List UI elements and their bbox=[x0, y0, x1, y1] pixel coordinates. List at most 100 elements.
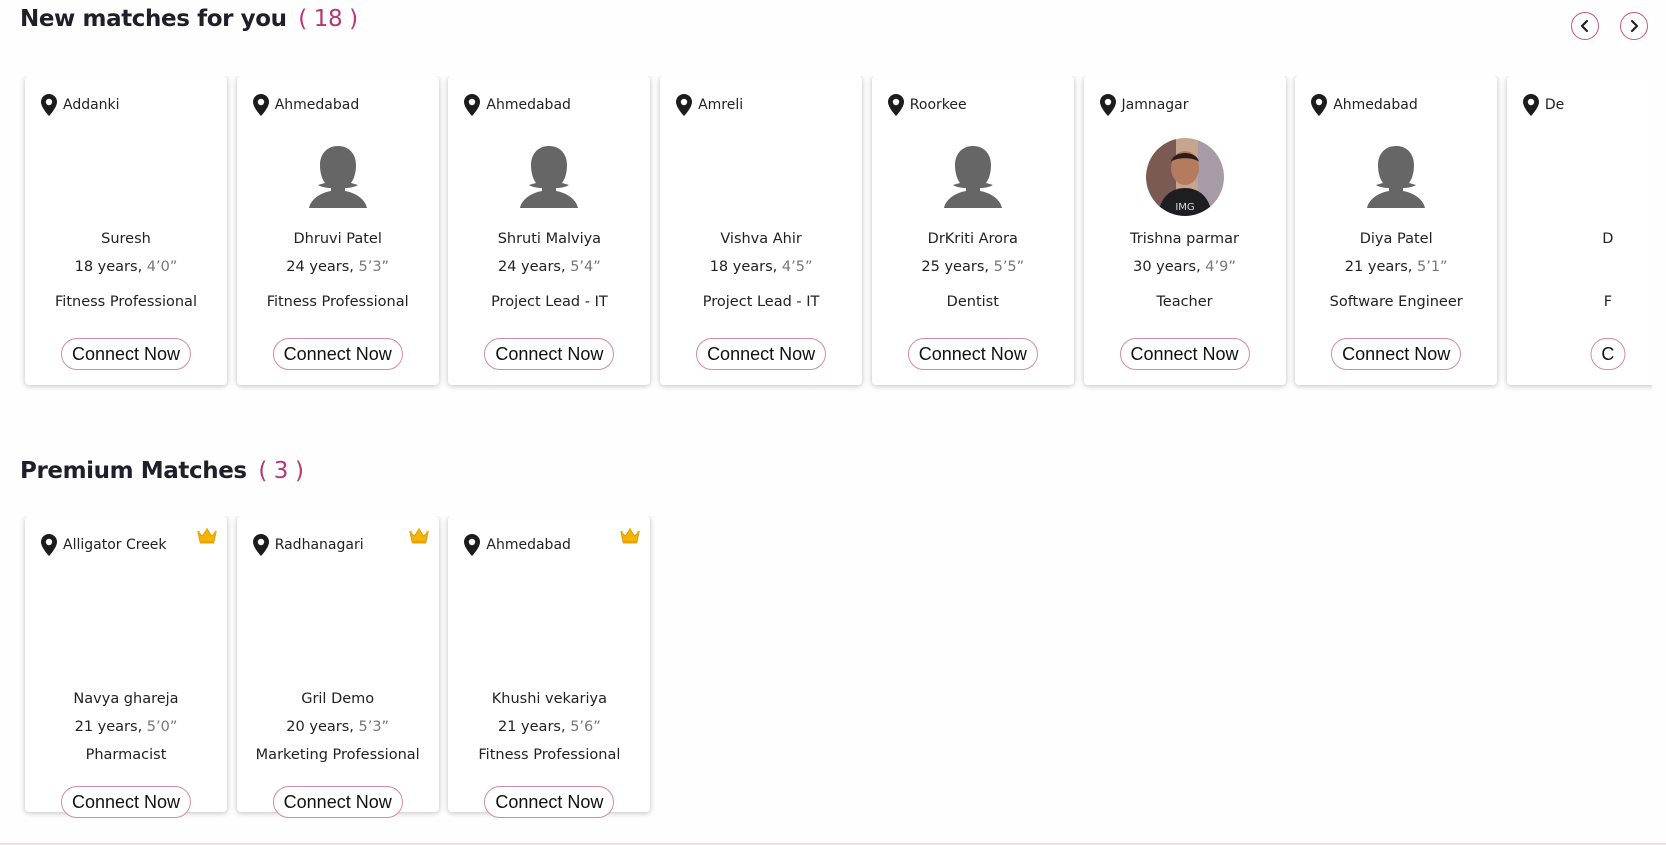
match-profession: Marketing Professional bbox=[255, 747, 420, 763]
connect-now-button[interactable]: Connect Now bbox=[1119, 338, 1250, 370]
card-location: Roorkee bbox=[887, 94, 967, 116]
match-height: 5’1” bbox=[1416, 259, 1448, 275]
match-age-height: 21 years, 5’0” bbox=[25, 719, 227, 735]
match-card[interactable]: Amreli Vishva Ahir 18 years, 4’5” Project L… bbox=[660, 76, 863, 385]
match-profession: Software Engineer bbox=[1329, 294, 1463, 310]
crown-icon bbox=[408, 528, 429, 544]
card-location: Amreli bbox=[676, 94, 743, 116]
match-age: 24 years, bbox=[286, 259, 354, 275]
connect-now-button[interactable]: Connect Now bbox=[60, 786, 192, 818]
match-profession: Fitness Professional bbox=[266, 294, 409, 310]
match-profession: Fitness Professional bbox=[55, 294, 197, 310]
location-text: Amreli bbox=[698, 97, 744, 113]
chevron-right-icon bbox=[1630, 19, 1639, 33]
location-text: Addanki bbox=[63, 97, 120, 113]
premium-badge bbox=[408, 528, 429, 548]
match-age: 20 years, bbox=[286, 719, 354, 735]
premium-matches-list: Alligator Creek Navya ghareja 21 years, 5’… bbox=[0, 516, 1666, 838]
match-age-height: 18 years, 4’5” bbox=[660, 259, 862, 275]
match-height: 4’0” bbox=[146, 259, 178, 275]
match-name[interactable]: Dhruvi Patel bbox=[237, 231, 439, 247]
match-age-height: 30 years, 4’9” bbox=[1084, 259, 1286, 275]
card-location: Jamnagar bbox=[1099, 94, 1189, 116]
match-name[interactable]: Gril Demo bbox=[237, 691, 439, 707]
match-card[interactable]: Ahmedabad Diya Patel 21 years, 5’1” Softwar… bbox=[1295, 76, 1498, 385]
connect-now-button[interactable]: Connect Now bbox=[484, 338, 615, 370]
crown-icon bbox=[620, 528, 641, 544]
match-name[interactable]: Shruti Malviya bbox=[448, 231, 650, 247]
match-height: 5’0” bbox=[146, 719, 178, 735]
location-text: Roorkee bbox=[909, 97, 967, 113]
avatar[interactable] bbox=[299, 138, 377, 216]
match-name[interactable]: Suresh bbox=[25, 231, 227, 247]
connect-now-button[interactable]: Connect Now bbox=[1331, 338, 1462, 370]
card-location: Ahmedabad bbox=[1311, 94, 1418, 116]
location-text: Ahmedabad bbox=[486, 537, 571, 553]
match-card[interactable]: Ahmedabad Dhruvi Patel 24 years, 5’3” Fitne… bbox=[236, 76, 439, 385]
carousel-prev-button[interactable] bbox=[1571, 12, 1599, 40]
match-age-height: 24 years, 5’3” bbox=[237, 259, 439, 275]
card-location: Ahmedabad bbox=[252, 94, 359, 116]
female-placeholder-icon bbox=[520, 146, 579, 208]
match-name[interactable]: Vishva Ahir bbox=[660, 231, 862, 247]
match-name[interactable]: Navya ghareja bbox=[25, 691, 227, 707]
female-placeholder-icon bbox=[943, 146, 1002, 208]
match-age-height: 25 years, 5’5” bbox=[872, 259, 1074, 275]
card-location: Addanki bbox=[41, 94, 120, 116]
match-age: 24 years, bbox=[498, 259, 566, 275]
location-pin-icon bbox=[41, 94, 57, 116]
connect-now-button[interactable]: Connect Now bbox=[907, 338, 1038, 370]
connect-now-button[interactable]: C bbox=[1590, 338, 1626, 370]
match-name[interactable]: Diya Patel bbox=[1295, 231, 1497, 247]
new-matches-carousel[interactable]: Addanki Suresh 18 years, 4’0” Fitness Profe… bbox=[0, 76, 1652, 416]
match-profession: F bbox=[1603, 294, 1613, 310]
match-height: 5’6” bbox=[570, 719, 601, 735]
profile-photo: IMG bbox=[1145, 138, 1224, 216]
match-age: 21 years, bbox=[498, 719, 566, 735]
connect-now-button[interactable]: Connect Now bbox=[60, 338, 192, 370]
match-age-height: 21 years, 5’6” bbox=[448, 719, 650, 735]
match-height: 4’5” bbox=[781, 259, 813, 275]
avatar[interactable]: IMG bbox=[1145, 138, 1224, 216]
location-pin-icon bbox=[887, 94, 904, 116]
match-card[interactable]: Radhanagari Gril Demo 20 years, 5’3” Market… bbox=[236, 516, 439, 818]
card-location: Radhanagari bbox=[252, 534, 364, 556]
card-location: Alligator Creek bbox=[41, 534, 167, 556]
location-pin-icon bbox=[464, 94, 481, 116]
chevron-left-icon bbox=[1580, 19, 1589, 33]
match-profession: Teacher bbox=[1156, 294, 1213, 310]
match-name[interactable]: Khushi vekariya bbox=[448, 691, 650, 707]
connect-now-button[interactable]: Connect Now bbox=[272, 338, 403, 370]
match-age: 25 years, bbox=[921, 259, 989, 275]
avatar[interactable] bbox=[934, 138, 1012, 216]
premium-matches-title: Premium Matches ( 3 ) bbox=[20, 458, 304, 484]
match-age-height: 18 years, 4’0” bbox=[25, 259, 227, 275]
match-age-height: 24 years, 5’4” bbox=[448, 259, 650, 275]
match-height: 4’9” bbox=[1205, 259, 1236, 275]
avatar[interactable] bbox=[1357, 138, 1435, 216]
match-card[interactable]: Jamnagar IMG Trishna parmar 30 years, 4’9” T… bbox=[1083, 76, 1286, 385]
match-name[interactable]: D bbox=[1507, 231, 1652, 247]
location-pin-icon bbox=[1311, 94, 1328, 116]
match-height: 5’4” bbox=[570, 259, 601, 275]
location-text: Jamnagar bbox=[1121, 97, 1189, 113]
match-card[interactable]: Ahmedabad Khushi vekariya 21 years, 5’6” Fi… bbox=[448, 516, 651, 818]
match-card[interactable]: Ahmedabad Shruti Malviya 24 years, 5’4” Pro… bbox=[448, 76, 651, 385]
card-location: De bbox=[1522, 94, 1564, 116]
avatar[interactable] bbox=[510, 138, 588, 216]
match-card[interactable]: Roorkee DrKriti Arora 25 years, 5’5” Dentis… bbox=[871, 76, 1074, 385]
location-pin-icon bbox=[252, 534, 269, 556]
match-profession: Project Lead - IT bbox=[702, 294, 820, 310]
match-name[interactable]: Trishna parmar bbox=[1084, 231, 1286, 247]
connect-now-button[interactable]: Connect Now bbox=[696, 338, 827, 370]
premium-badge bbox=[197, 528, 217, 548]
connect-now-button[interactable]: Connect Now bbox=[272, 786, 403, 818]
match-card[interactable]: Alligator Creek Navya ghareja 21 years, 5’… bbox=[25, 516, 227, 818]
match-card[interactable]: Addanki Suresh 18 years, 4’0” Fitness Profe… bbox=[25, 76, 227, 385]
carousel-next-button[interactable] bbox=[1620, 12, 1648, 40]
premium-badge bbox=[620, 528, 641, 548]
connect-now-button[interactable]: Connect Now bbox=[484, 786, 615, 818]
match-name[interactable]: DrKriti Arora bbox=[872, 231, 1074, 247]
match-card[interactable]: De D F C bbox=[1506, 76, 1652, 385]
location-pin-icon bbox=[1522, 94, 1539, 116]
